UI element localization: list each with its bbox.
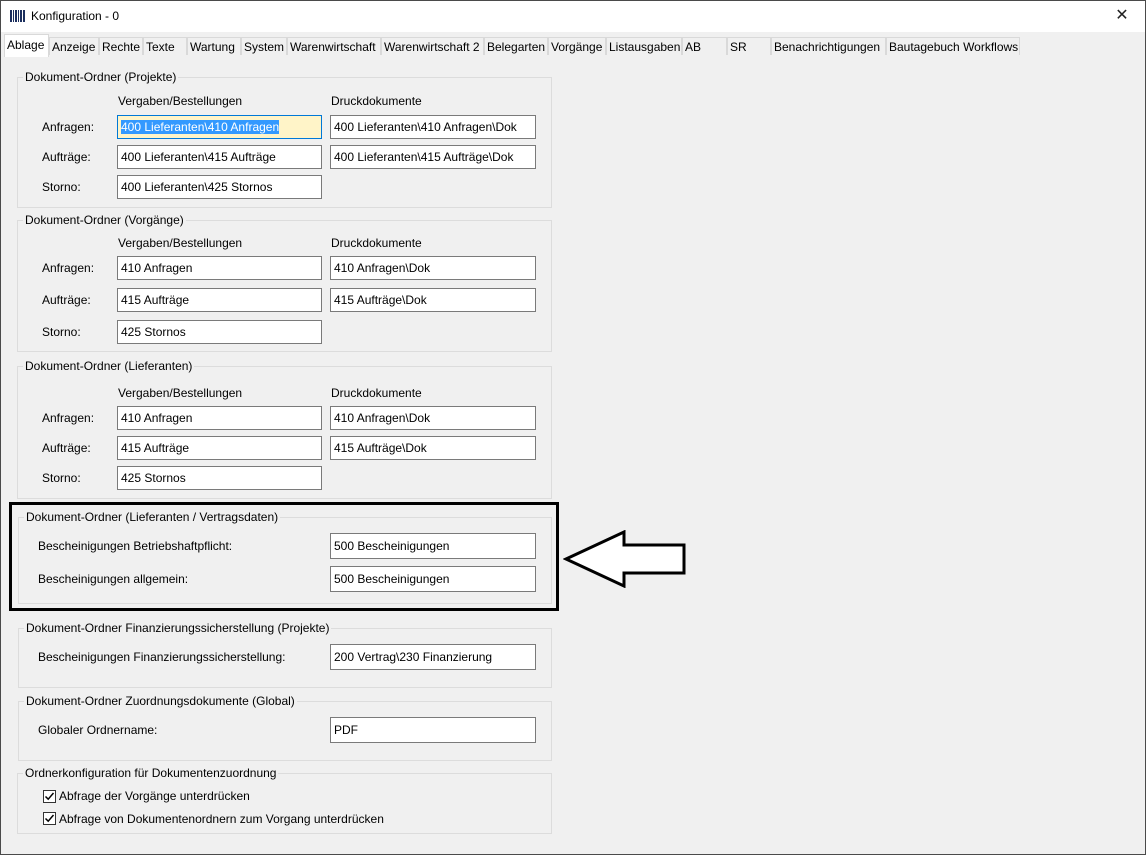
- projekte-auftraege-druck-input[interactable]: 400 Lieferanten\415 Aufträge\Dok: [330, 145, 536, 169]
- suppress-dokumentenordner-label[interactable]: Abfrage von Dokumentenordnern zum Vorgan…: [59, 812, 384, 826]
- lieferanten-storno-vergaben-input[interactable]: 425 Stornos: [117, 466, 322, 490]
- vorgaenge-auftraege-druck-input[interactable]: 415 Aufträge\Dok: [330, 288, 536, 312]
- tab-ab[interactable]: AB: [682, 37, 727, 55]
- group-zuordnung-legend: Dokument-Ordner Zuordnungsdokumente (Glo…: [26, 694, 295, 708]
- auftraege-label: Aufträge:: [42, 441, 91, 455]
- projekte-anfragen-vergaben-input[interactable]: 400 Lieferanten\410 Anfragen: [117, 115, 322, 139]
- lieferanten-auftraege-vergaben-input[interactable]: 415 Aufträge: [117, 436, 322, 460]
- anfragen-label: Anfragen:: [42, 411, 95, 425]
- group-lieferanten-legend: Dokument-Ordner (Lieferanten): [25, 359, 193, 373]
- storno-label: Storno:: [42, 180, 81, 194]
- col-vergaben-header: Vergaben/Bestellungen: [118, 386, 243, 400]
- tab-texte[interactable]: Texte: [143, 37, 187, 55]
- tab-listausgaben[interactable]: Listausgaben: [606, 37, 682, 55]
- ordnername-label: Globaler Ordnername:: [38, 723, 158, 737]
- tab-system[interactable]: System: [241, 37, 287, 55]
- group-projekte-legend: Dokument-Ordner (Projekte): [25, 70, 177, 84]
- barcode-icon: [10, 10, 25, 22]
- auftraege-label: Aufträge:: [42, 293, 91, 307]
- checkmark-icon: [44, 792, 55, 801]
- storno-label: Storno:: [42, 325, 81, 339]
- finanzierung-label: Bescheinigungen Finanzierungssicherstell…: [38, 650, 286, 664]
- left-arrow-icon: [563, 530, 686, 588]
- selected-text: 400 Lieferanten\410 Anfragen: [121, 120, 280, 134]
- tab-vorgaenge[interactable]: Vorgänge: [548, 37, 606, 55]
- projekte-storno-vergaben-input[interactable]: 400 Lieferanten\425 Stornos: [117, 175, 322, 199]
- highlight-box: [9, 502, 559, 611]
- tab-bar: Ablage Anzeige Rechte Texte Wartung Syst…: [1, 34, 1145, 57]
- auftraege-label: Aufträge:: [42, 150, 91, 164]
- projekte-anfragen-druck-input[interactable]: 400 Lieferanten\410 Anfragen\Dok: [330, 115, 536, 139]
- vorgaenge-auftraege-vergaben-input[interactable]: 415 Aufträge: [117, 288, 322, 312]
- finanzierung-input[interactable]: 200 Vertrag\230 Finanzierung: [330, 644, 536, 670]
- tab-bautagebuch-workflows[interactable]: Bautagebuch Workflows: [886, 37, 1020, 55]
- group-vorgaenge-legend: Dokument-Ordner (Vorgänge): [25, 213, 184, 227]
- title-bar: Konfiguration - 0 ✕: [1, 1, 1145, 32]
- checkmark-icon: [44, 814, 55, 823]
- group-finanzierung-legend: Dokument-Ordner Finanzierungssicherstell…: [26, 621, 330, 635]
- vorgaenge-anfragen-druck-input[interactable]: 410 Anfragen\Dok: [330, 256, 536, 280]
- suppress-dokumentenordner-checkbox[interactable]: [43, 812, 56, 825]
- suppress-vorgaenge-checkbox[interactable]: [43, 790, 56, 803]
- close-icon[interactable]: ✕: [1099, 1, 1145, 32]
- tab-ablage[interactable]: Ablage: [4, 34, 49, 57]
- col-vergaben-header: Vergaben/Bestellungen: [118, 236, 243, 250]
- tab-rechte[interactable]: Rechte: [99, 37, 143, 55]
- anfragen-label: Anfragen:: [42, 120, 95, 134]
- tab-sr[interactable]: SR: [727, 37, 771, 55]
- lieferanten-anfragen-vergaben-input[interactable]: 410 Anfragen: [117, 406, 322, 430]
- tab-wartung[interactable]: Wartung: [187, 37, 241, 55]
- projekte-auftraege-vergaben-input[interactable]: 400 Lieferanten\415 Aufträge: [117, 145, 322, 169]
- tab-belegarten[interactable]: Belegarten: [484, 37, 548, 55]
- group-ordnerkonfig-legend: Ordnerkonfiguration für Dokumentenzuordn…: [25, 766, 277, 780]
- anfragen-label: Anfragen:: [42, 261, 95, 275]
- lieferanten-anfragen-druck-input[interactable]: 410 Anfragen\Dok: [330, 406, 536, 430]
- ordnername-input[interactable]: PDF: [330, 717, 536, 743]
- col-druck-header: Druckdokumente: [331, 236, 422, 250]
- vorgaenge-anfragen-vergaben-input[interactable]: 410 Anfragen: [117, 256, 322, 280]
- tab-benachrichtigungen[interactable]: Benachrichtigungen: [771, 37, 886, 55]
- col-druck-header: Druckdokumente: [331, 386, 422, 400]
- window-title: Konfiguration - 0: [31, 9, 120, 23]
- suppress-vorgaenge-label[interactable]: Abfrage der Vorgänge unterdrücken: [59, 789, 250, 803]
- vorgaenge-storno-vergaben-input[interactable]: 425 Stornos: [117, 320, 322, 344]
- tab-warenwirtschaft-2[interactable]: Warenwirtschaft 2: [381, 37, 484, 55]
- tab-anzeige[interactable]: Anzeige: [49, 37, 99, 55]
- tab-warenwirtschaft[interactable]: Warenwirtschaft: [287, 37, 381, 55]
- storno-label: Storno:: [42, 471, 81, 485]
- col-vergaben-header: Vergaben/Bestellungen: [118, 94, 243, 108]
- col-druck-header: Druckdokumente: [331, 94, 422, 108]
- lieferanten-auftraege-druck-input[interactable]: 415 Aufträge\Dok: [330, 436, 536, 460]
